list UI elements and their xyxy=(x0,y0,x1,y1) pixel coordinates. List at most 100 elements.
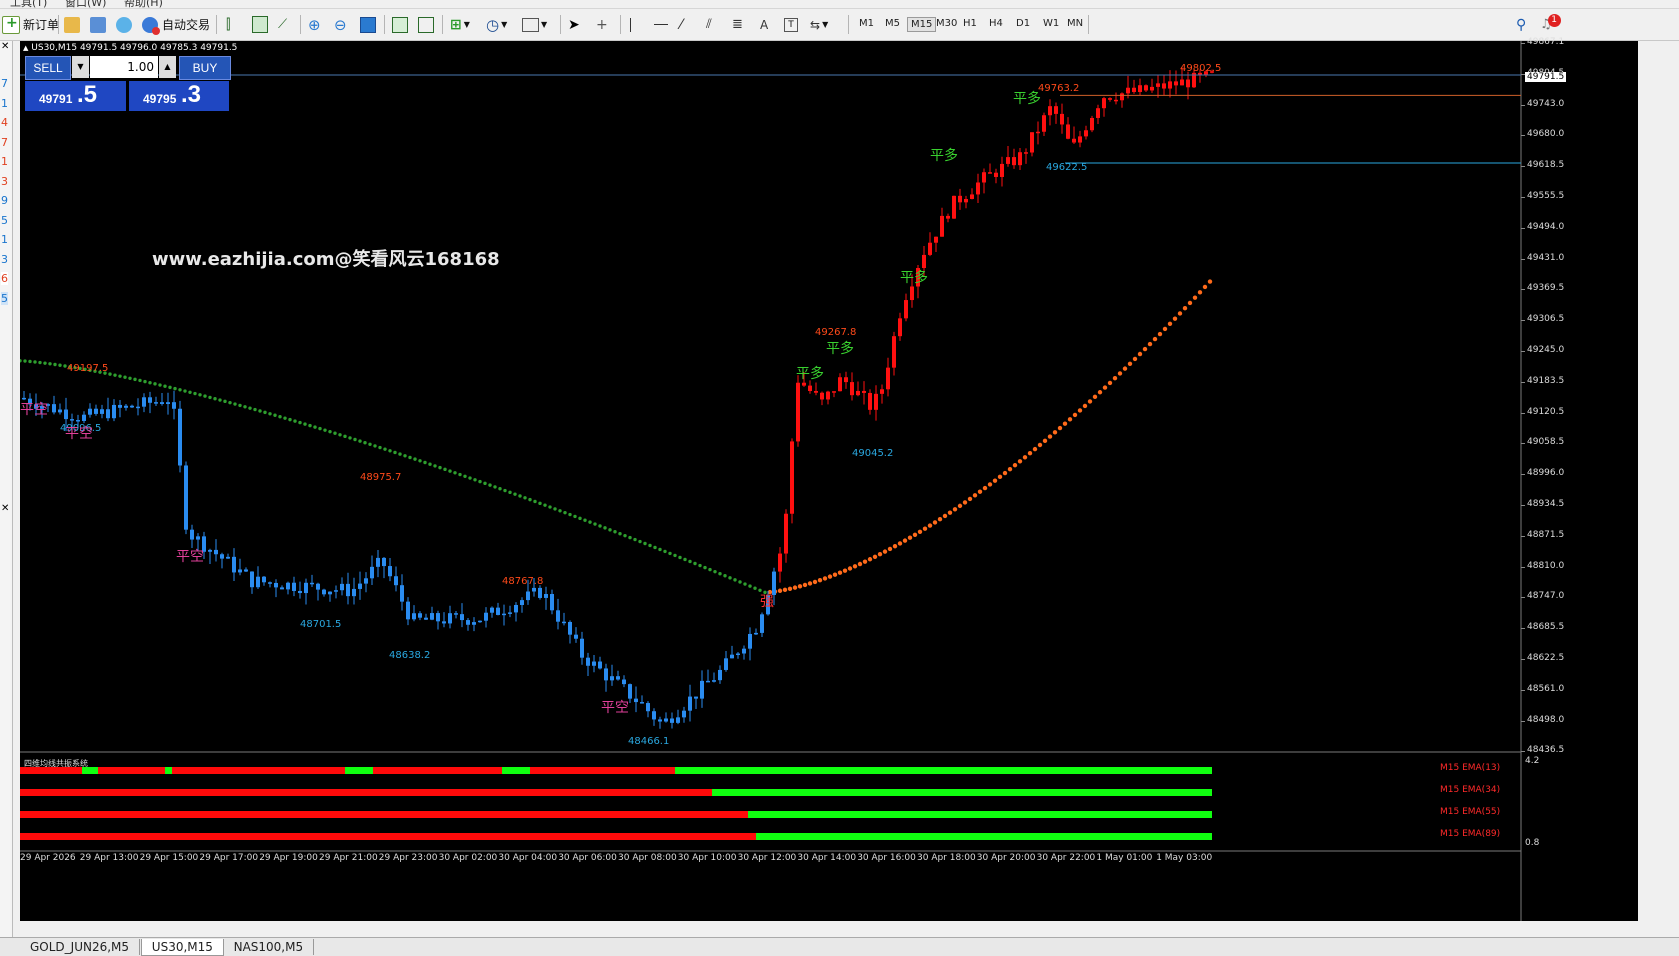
ema-dot xyxy=(623,533,627,538)
navigator-button[interactable] xyxy=(90,15,106,34)
timeframe-m15[interactable]: M15 xyxy=(907,17,937,32)
candle-body xyxy=(262,576,266,583)
arrows-tool[interactable]: ⇆ ▼ xyxy=(810,15,828,34)
buy-button[interactable]: BUY xyxy=(179,56,231,80)
candle-body xyxy=(148,397,152,403)
ema-dot xyxy=(952,507,958,512)
candle-body xyxy=(406,601,410,620)
timeframe-d1[interactable]: D1 xyxy=(1013,17,1033,30)
ema-dot xyxy=(902,538,908,543)
market-watch-button[interactable] xyxy=(64,15,80,34)
price-tick-label: 49680.0 xyxy=(1527,129,1565,140)
ema-dot xyxy=(558,509,562,513)
candle-body xyxy=(310,582,314,585)
zoom-out-button[interactable]: ⊖ xyxy=(334,15,347,34)
autoscroll-button[interactable] xyxy=(392,15,408,34)
candle-body xyxy=(328,591,332,595)
timeframe-m1[interactable]: M1 xyxy=(856,17,877,30)
sell-price-button[interactable]: 49791 .5 xyxy=(25,81,126,111)
trendline-tool[interactable]: ⁄ xyxy=(680,15,682,34)
line-chart-button[interactable]: ⟋ xyxy=(278,15,287,34)
chart-shift-button[interactable] xyxy=(418,15,434,34)
bar-chart-button[interactable]: ⫿ xyxy=(226,15,230,34)
text-label-tool[interactable]: T xyxy=(784,15,798,34)
search-button[interactable]: ⚲ xyxy=(1516,15,1526,34)
menu-tools[interactable]: 工具(T) xyxy=(10,0,47,8)
candle-body xyxy=(574,634,578,639)
panel-close-icon-2[interactable]: ✕ xyxy=(1,503,9,514)
ema-dot xyxy=(633,537,637,542)
volume-input[interactable]: 1.00 xyxy=(90,56,158,78)
candle-body xyxy=(682,710,686,718)
price-chart[interactable] xyxy=(20,41,1638,921)
timeframe-m5[interactable]: M5 xyxy=(882,17,903,30)
chart-tab[interactable]: GOLD_JUN26,M5 xyxy=(20,939,141,955)
candle-body xyxy=(850,382,854,396)
buy-price-button[interactable]: 49795 .3 xyxy=(129,81,229,111)
ema-dot xyxy=(168,385,172,390)
time-tick-label: 30 Apr 20:00 xyxy=(976,853,1036,863)
new-order-button[interactable]: + 新订单 xyxy=(2,15,59,34)
candle-body xyxy=(1084,130,1088,137)
terminal-button[interactable] xyxy=(116,15,132,34)
price-tick-mark xyxy=(1521,689,1525,691)
auto-trade-button[interactable]: 自动交易 xyxy=(142,15,210,35)
volume-increase-button[interactable]: ▲ xyxy=(159,56,176,78)
periods-button[interactable]: ◷ ▼ xyxy=(486,15,507,34)
line-chart-icon: ⟋ xyxy=(278,17,288,32)
cursor-tool[interactable]: ➤ xyxy=(568,15,580,34)
fibonacci-tool[interactable]: ≣ xyxy=(732,15,743,34)
candle-body xyxy=(724,658,728,670)
ema-dot xyxy=(673,553,677,558)
vertical-line-tool[interactable] xyxy=(630,15,631,34)
timeframe-w1[interactable]: W1 xyxy=(1040,17,1062,30)
templates-button[interactable]: ▼ xyxy=(522,15,547,34)
chart-window[interactable]: ▲ US30,M15 49791.5 49796.0 49785.3 49791… xyxy=(20,37,1638,921)
ema-dot xyxy=(468,476,472,480)
alerts-button[interactable]: ♫ 1 xyxy=(1540,14,1561,34)
volume-decrease-button[interactable]: ▼ xyxy=(72,56,89,78)
time-tick-label: 30 Apr 22:00 xyxy=(1036,853,1096,863)
arrows-icon: ⇆ xyxy=(810,17,821,32)
price-tick-mark xyxy=(1521,597,1525,599)
menu-window[interactable]: 窗口(W) xyxy=(65,0,106,8)
timeframe-h4[interactable]: H4 xyxy=(986,17,1006,30)
menu-help[interactable]: 帮助(H) xyxy=(124,0,163,8)
timeframe-h1[interactable]: H1 xyxy=(960,17,980,30)
panel-close-icon[interactable]: ✕ xyxy=(1,41,9,52)
crosshair-tool[interactable]: + xyxy=(596,15,608,34)
sell-button[interactable]: SELL xyxy=(25,56,71,80)
ema-dot xyxy=(538,501,542,506)
ema-dot xyxy=(528,497,532,502)
candle-body xyxy=(952,195,956,219)
channel-tool[interactable]: ⫽ xyxy=(706,15,712,34)
price-tick-label: 49618.5 xyxy=(1527,160,1565,171)
ema-dot xyxy=(288,417,292,422)
candle-chart-button[interactable] xyxy=(252,15,268,34)
indicators-button[interactable]: ⊞ ▼ xyxy=(450,15,470,34)
horizontal-line-tool[interactable] xyxy=(654,15,668,34)
chart-tab[interactable]: NAS100,M5 xyxy=(224,939,315,955)
ema-dot xyxy=(298,420,302,425)
time-tick-label: 29 Apr 23:00 xyxy=(378,853,438,863)
zoom-in-button[interactable]: ⊕ xyxy=(308,15,321,34)
ema-dot xyxy=(348,436,352,440)
text-tool[interactable]: A xyxy=(760,15,768,34)
ema-dot xyxy=(648,543,652,548)
timeframe-m30[interactable]: M30 xyxy=(933,17,960,30)
ema-dot xyxy=(268,412,272,416)
ema-dot xyxy=(383,447,387,451)
candle-body xyxy=(184,465,188,530)
ema-dot xyxy=(1202,284,1208,290)
candle-body xyxy=(1054,106,1058,114)
price-tick-mark xyxy=(1521,135,1525,137)
candle-body xyxy=(838,377,842,392)
candle-body xyxy=(166,402,170,404)
new-order-label: 新订单 xyxy=(23,18,60,32)
chart-tab[interactable]: US30,M15 xyxy=(140,939,224,956)
ema-dot xyxy=(1137,351,1143,357)
candle-body xyxy=(1042,115,1046,132)
timeframe-mn[interactable]: MN xyxy=(1064,17,1086,30)
candle-body xyxy=(358,583,362,589)
tile-windows-button[interactable] xyxy=(360,15,376,34)
